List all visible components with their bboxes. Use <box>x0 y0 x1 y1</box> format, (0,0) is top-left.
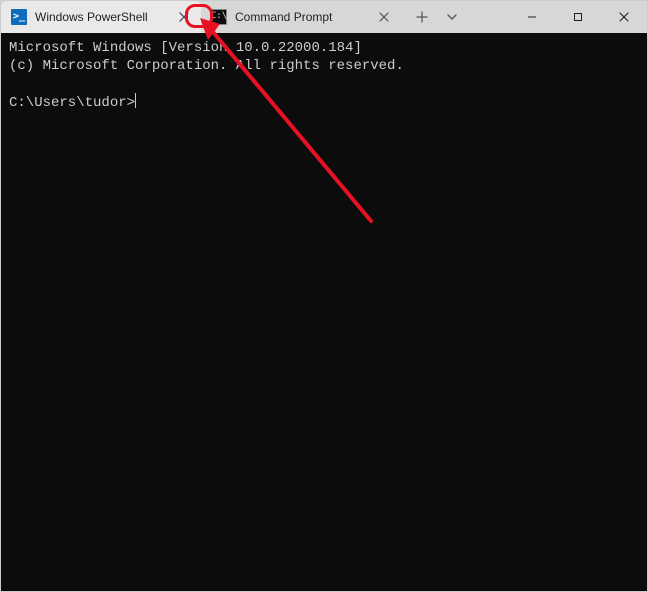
close-icon <box>179 12 189 22</box>
tab-dropdown-button[interactable] <box>437 2 467 32</box>
tab-label: Windows PowerShell <box>35 10 167 24</box>
terminal-prompt: C:\Users\tudor> <box>9 95 135 111</box>
tab-close-cmd[interactable] <box>375 8 393 26</box>
tab-powershell[interactable]: >_ Windows PowerShell <box>1 1 201 33</box>
cmd-icon: C:\ <box>211 9 227 25</box>
tab-command-prompt[interactable]: C:\ Command Prompt <box>201 1 401 33</box>
tab-strip: >_ Windows PowerShell C:\ Command Prompt <box>1 1 401 33</box>
maximize-button[interactable] <box>555 1 601 33</box>
minimize-icon <box>527 12 537 22</box>
maximize-icon <box>573 12 583 22</box>
terminal-line: Microsoft Windows [Version 10.0.22000.18… <box>9 40 362 56</box>
close-icon <box>379 12 389 22</box>
terminal-window: >_ Windows PowerShell C:\ Command Prompt <box>0 0 648 592</box>
terminal-output[interactable]: Microsoft Windows [Version 10.0.22000.18… <box>1 33 647 591</box>
window-close-button[interactable] <box>601 1 647 33</box>
powershell-icon: >_ <box>11 9 27 25</box>
tab-actions <box>401 1 473 33</box>
plus-icon <box>416 11 428 23</box>
window-controls <box>509 1 647 33</box>
close-icon <box>619 12 629 22</box>
minimize-button[interactable] <box>509 1 555 33</box>
text-cursor <box>135 93 136 108</box>
new-tab-button[interactable] <box>407 2 437 32</box>
chevron-down-icon <box>446 11 458 23</box>
tab-close-powershell[interactable] <box>175 8 193 26</box>
terminal-line: (c) Microsoft Corporation. All rights re… <box>9 58 404 74</box>
titlebar: >_ Windows PowerShell C:\ Command Prompt <box>1 1 647 33</box>
tab-label: Command Prompt <box>235 10 367 24</box>
